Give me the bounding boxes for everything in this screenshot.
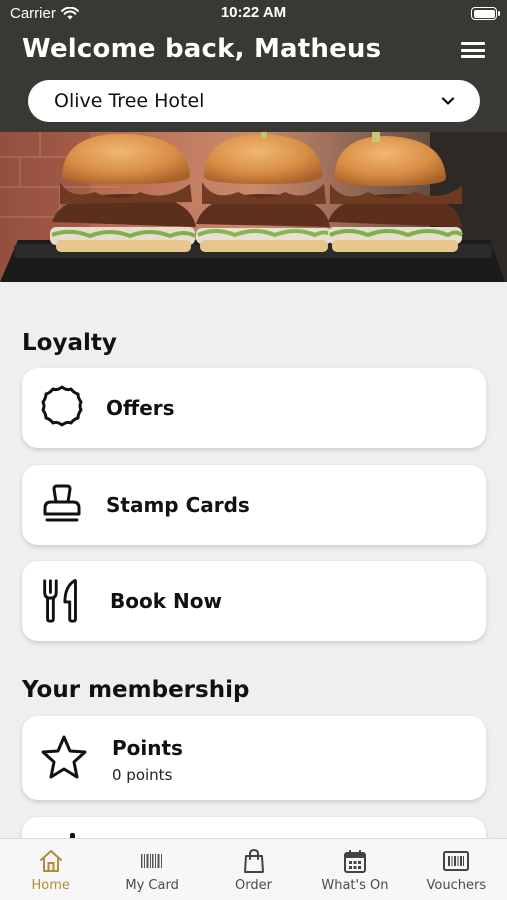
chevron-down-icon [441,97,455,105]
battery-icon [471,7,500,20]
tab-vouchers-label: Vouchers [426,878,487,893]
stamp-icon [36,479,88,531]
tab-order[interactable]: Order [203,839,304,900]
tab-vouchers[interactable]: Vouchers [406,839,507,900]
app-header: Carrier 10:22 AM Welcome back, Matheus O… [0,0,507,132]
star-icon [38,732,90,784]
badge-icon [36,382,88,434]
tab-order-label: Order [235,878,272,893]
venue-dropdown-value: Olive Tree Hotel [54,90,205,112]
tab-my-card[interactable]: My Card [101,839,202,900]
fork-knife-icon [36,575,88,627]
tab-whats-on-label: What's On [321,878,389,893]
tab-home[interactable]: Home [0,839,101,900]
burger-sliders-photo [0,132,507,282]
offers-label: Offers [106,396,175,420]
stamp-cards-label: Stamp Cards [106,493,250,517]
stamp-cards-card[interactable]: Stamp Cards [22,465,486,545]
shopping-bag-icon [243,848,264,873]
points-label: Points [112,736,183,760]
status-time: 10:22 AM [220,4,287,21]
voucher-barcode-icon [443,851,470,871]
home-icon [39,850,62,872]
bottom-tab-bar: Home My Card Order What's On Vouchers [0,838,507,900]
page-title: Welcome back, Matheus [22,34,382,64]
venue-dropdown[interactable]: Olive Tree Hotel [28,80,480,122]
points-value: 0 points [112,766,173,784]
barcode-icon [141,854,163,868]
book-now-card[interactable]: Book Now [22,561,486,641]
offers-card[interactable]: Offers [22,368,486,448]
status-bar: Carrier 10:22 AM [0,0,507,28]
tab-home-label: Home [31,878,70,893]
points-card[interactable]: Points 0 points [22,716,486,800]
membership-section-title: Your membership [22,677,250,703]
tab-my-card-label: My Card [125,878,179,893]
loyalty-section-title: Loyalty [22,330,117,356]
tab-whats-on[interactable]: What's On [304,839,405,900]
book-now-label: Book Now [110,589,222,613]
hero-banner-image [0,132,507,282]
calendar-icon [343,850,366,873]
hamburger-menu-icon[interactable] [461,40,485,60]
